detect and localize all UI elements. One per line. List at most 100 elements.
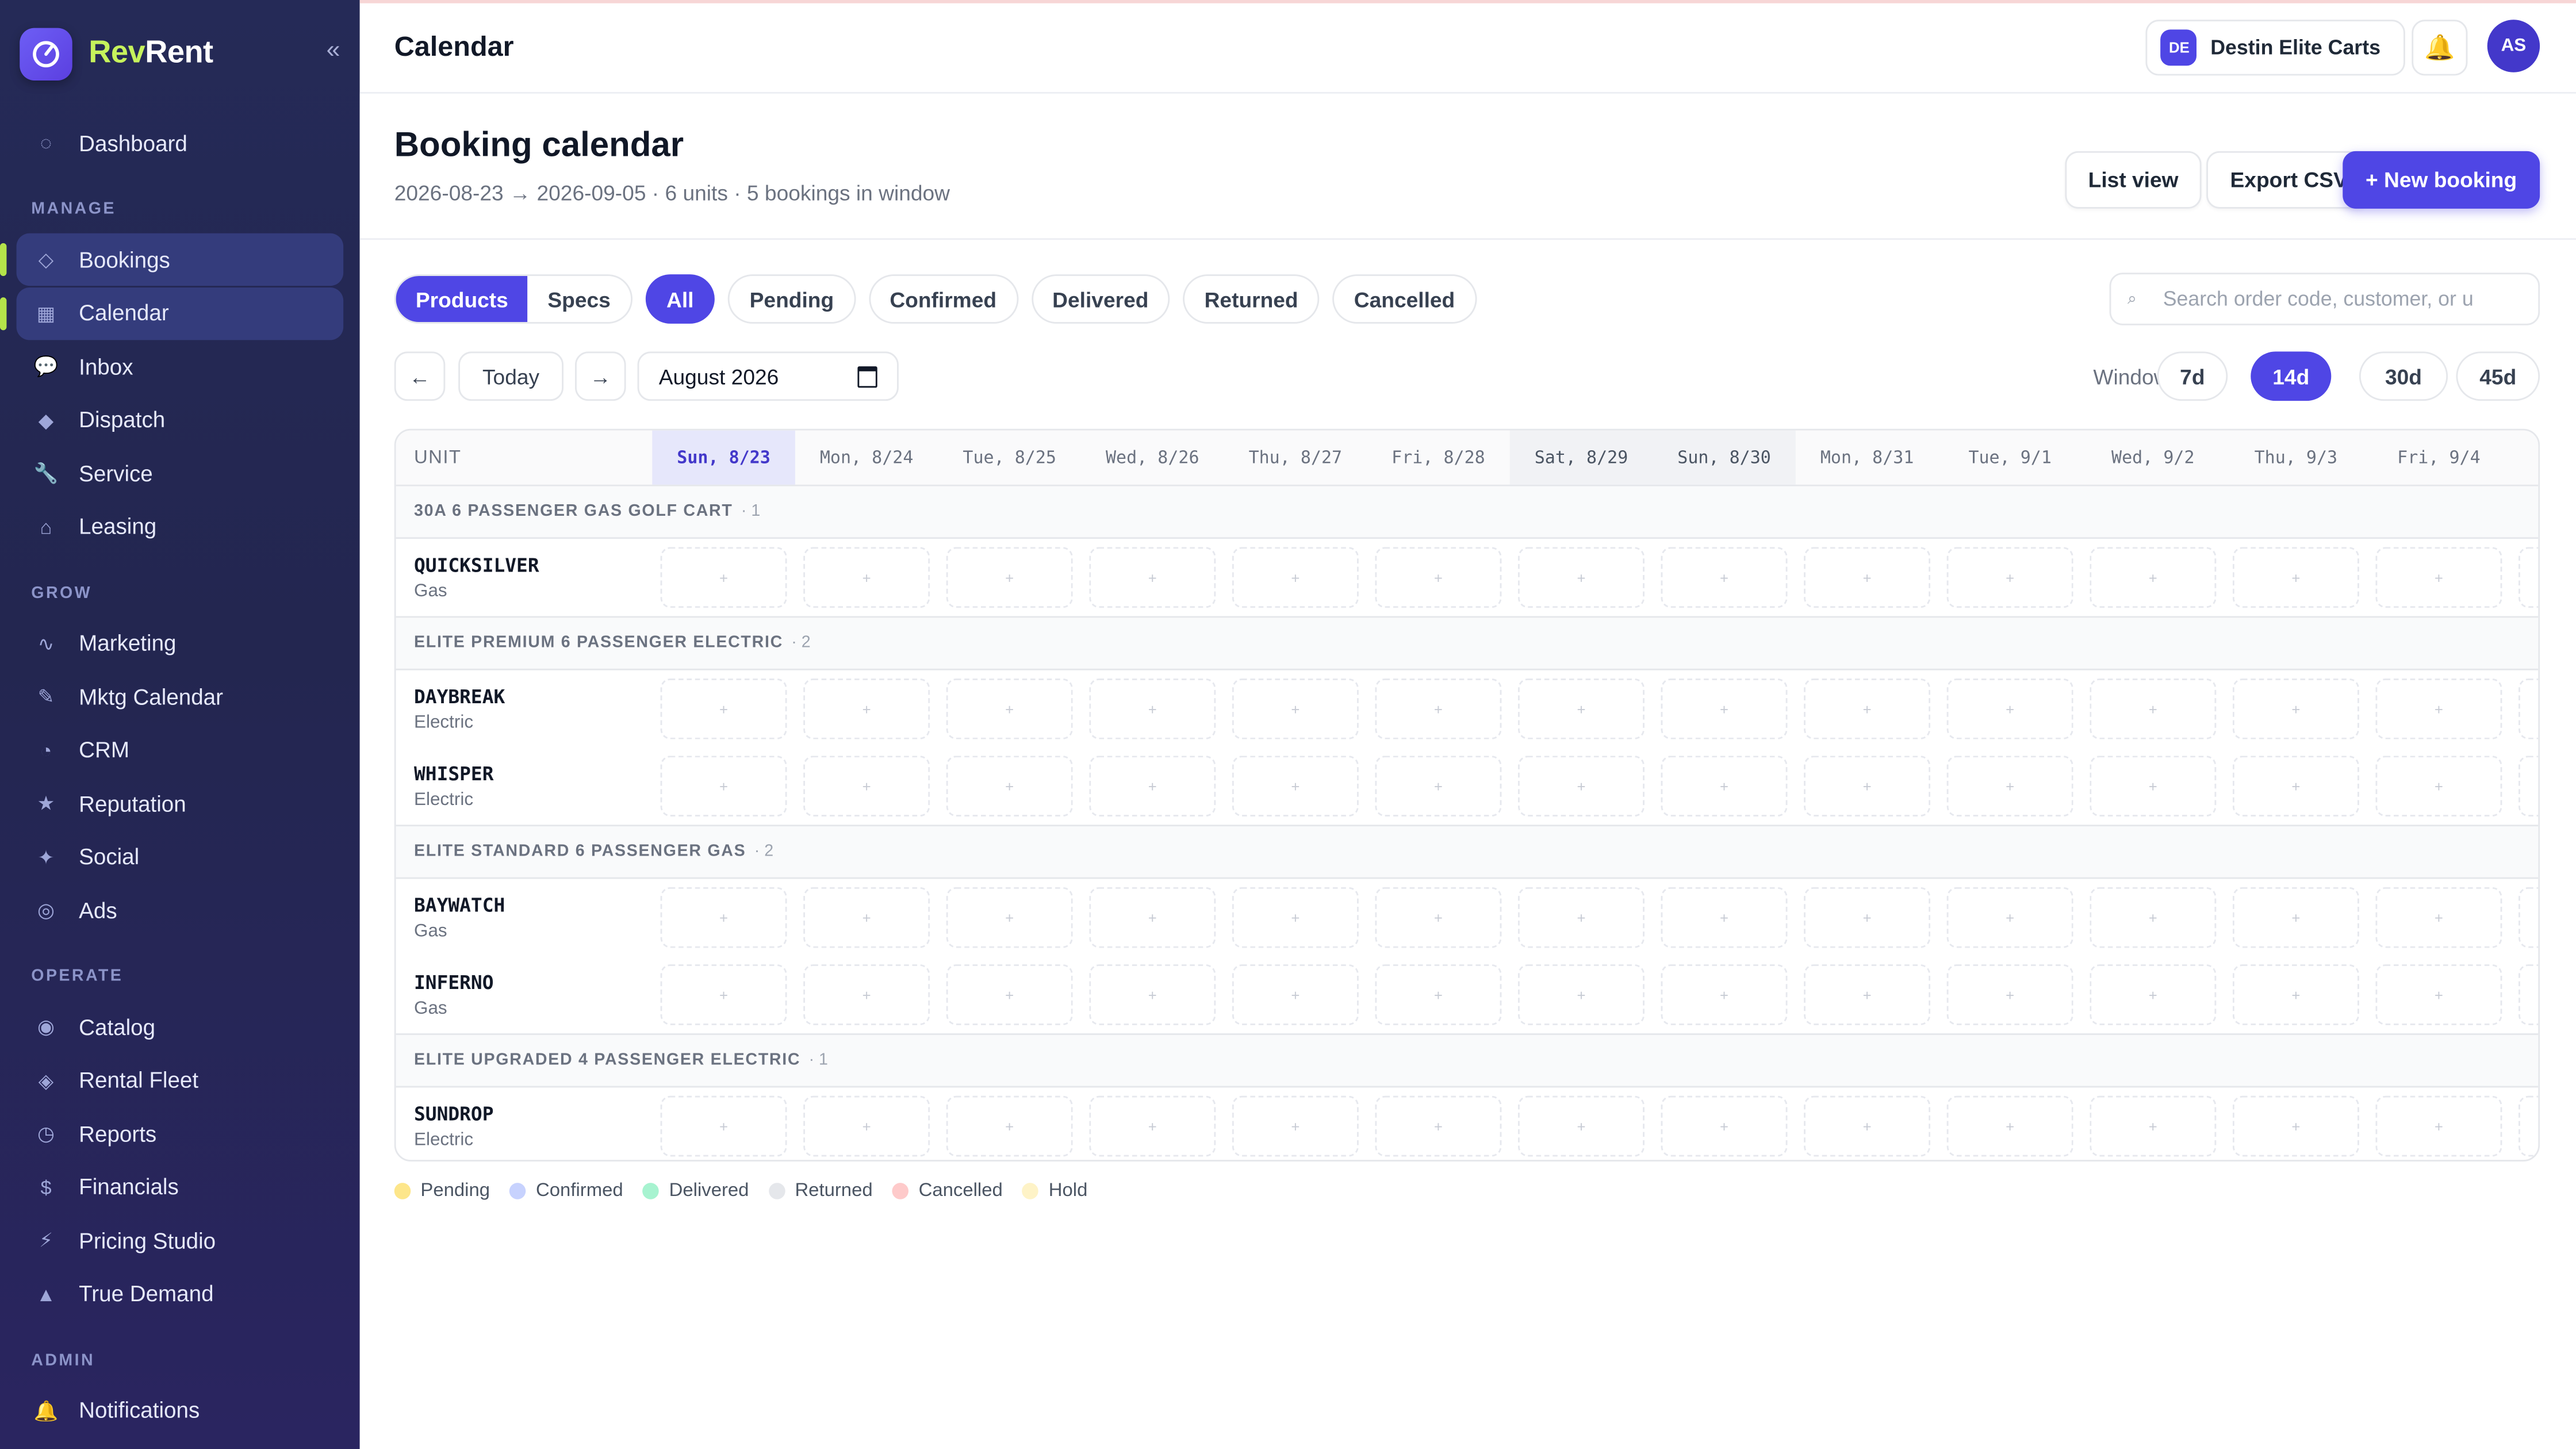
empty-slot-add-button[interactable]: +: [2518, 756, 2539, 816]
empty-slot-add-button[interactable]: +: [1946, 964, 2073, 1025]
window-14d-button[interactable]: 14d: [2251, 351, 2332, 401]
status-filter-all[interactable]: All: [645, 274, 715, 324]
empty-slot-add-button[interactable]: +: [1804, 964, 1931, 1025]
empty-slot-add-button[interactable]: +: [1804, 678, 1931, 739]
workspace-switcher[interactable]: DE Destin Elite Carts: [2146, 20, 2405, 76]
sidebar-item-bookings[interactable]: ◇ Bookings: [0, 233, 344, 286]
search-box[interactable]: ⌕: [2109, 273, 2540, 325]
empty-slot-add-button[interactable]: +: [1661, 756, 1788, 816]
empty-slot-add-button[interactable]: +: [2518, 547, 2539, 608]
empty-slot-add-button[interactable]: +: [1232, 756, 1359, 816]
logo-icon[interactable]: [20, 28, 72, 81]
empty-slot-add-button[interactable]: +: [1946, 756, 2073, 816]
sidebar-item-dashboard[interactable]: ◌ Dashboard: [17, 117, 344, 169]
empty-slot-add-button[interactable]: +: [2232, 887, 2359, 948]
prev-period-button[interactable]: ←: [394, 351, 446, 401]
sidebar-item-crm[interactable]: ◔ CRM: [17, 724, 344, 776]
empty-slot-add-button[interactable]: +: [1661, 1095, 1788, 1157]
empty-slot-add-button[interactable]: +: [1661, 678, 1788, 739]
empty-slot-add-button[interactable]: +: [660, 547, 787, 608]
empty-slot-add-button[interactable]: +: [2232, 756, 2359, 816]
empty-slot-add-button[interactable]: +: [1518, 756, 1644, 816]
empty-slot-add-button[interactable]: +: [803, 1095, 930, 1157]
sidebar-item-true-demand[interactable]: ▲ True Demand: [17, 1267, 344, 1320]
sidebar-item-mktg-calendar[interactable]: ✎ Mktg Calendar: [17, 670, 344, 723]
sidebar-item-notifications[interactable]: 🔔 Notifications: [17, 1384, 344, 1436]
empty-slot-add-button[interactable]: +: [1232, 678, 1359, 739]
empty-slot-add-button[interactable]: +: [1232, 1095, 1359, 1157]
sidebar-item-service[interactable]: 🔧 Service: [17, 447, 344, 499]
month-picker[interactable]: August 2026: [637, 351, 899, 401]
sidebar-item-calendar[interactable]: ▦ Calendar: [0, 286, 344, 339]
notifications-bell-icon[interactable]: 🔔: [2412, 20, 2468, 76]
empty-slot-add-button[interactable]: +: [1661, 964, 1788, 1025]
empty-slot-add-button[interactable]: +: [2518, 1095, 2539, 1157]
empty-slot-add-button[interactable]: +: [1089, 547, 1216, 608]
empty-slot-add-button[interactable]: +: [1518, 678, 1644, 739]
status-filter-pending[interactable]: Pending: [728, 274, 856, 324]
empty-slot-add-button[interactable]: +: [660, 1095, 787, 1157]
next-period-button[interactable]: →: [575, 351, 626, 401]
sidebar-item-reputation[interactable]: ★ Reputation: [17, 777, 344, 829]
sidebar-item-leasing[interactable]: ⌂ Leasing: [17, 500, 344, 553]
empty-slot-add-button[interactable]: +: [1232, 547, 1359, 608]
empty-slot-add-button[interactable]: +: [2090, 887, 2217, 948]
sidebar-item-financials[interactable]: $ Financials: [17, 1161, 344, 1213]
search-input[interactable]: [2160, 286, 2512, 312]
empty-slot-add-button[interactable]: +: [1804, 1095, 1931, 1157]
empty-slot-add-button[interactable]: +: [1232, 964, 1359, 1025]
sidebar-item-dispatch[interactable]: ◆ Dispatch: [17, 393, 344, 446]
empty-slot-add-button[interactable]: +: [2518, 887, 2539, 948]
empty-slot-add-button[interactable]: +: [946, 887, 1073, 948]
empty-slot-add-button[interactable]: +: [1518, 887, 1644, 948]
sidebar-item-catalog[interactable]: ◉ Catalog: [17, 1000, 344, 1053]
empty-slot-add-button[interactable]: +: [1375, 547, 1502, 608]
empty-slot-add-button[interactable]: +: [1661, 547, 1788, 608]
calendar-icon[interactable]: [857, 366, 877, 388]
empty-slot-add-button[interactable]: +: [2232, 678, 2359, 739]
empty-slot-add-button[interactable]: +: [946, 964, 1073, 1025]
empty-slot-add-button[interactable]: +: [803, 964, 930, 1025]
empty-slot-add-button[interactable]: +: [1089, 964, 1216, 1025]
empty-slot-add-button[interactable]: +: [1518, 964, 1644, 1025]
empty-slot-add-button[interactable]: +: [660, 964, 787, 1025]
empty-slot-add-button[interactable]: +: [660, 756, 787, 816]
window-30d-button[interactable]: 30d: [2359, 351, 2448, 401]
empty-slot-add-button[interactable]: +: [1375, 756, 1502, 816]
empty-slot-add-button[interactable]: +: [1375, 887, 1502, 948]
status-filter-cancelled[interactable]: Cancelled: [1332, 274, 1477, 324]
empty-slot-add-button[interactable]: +: [2090, 964, 2217, 1025]
new-booking-button[interactable]: + New booking: [2343, 151, 2540, 209]
sidebar-item-social[interactable]: ✦ Social: [17, 830, 344, 883]
sidebar-item-inbox[interactable]: 💬 Inbox: [17, 340, 344, 392]
list-view-button[interactable]: List view: [2065, 151, 2202, 209]
empty-slot-add-button[interactable]: +: [1946, 547, 2073, 608]
view-specs-toggle[interactable]: Specs: [528, 276, 630, 322]
empty-slot-add-button[interactable]: +: [2232, 964, 2359, 1025]
empty-slot-add-button[interactable]: +: [2375, 756, 2502, 816]
view-products-toggle[interactable]: Products: [396, 276, 528, 322]
empty-slot-add-button[interactable]: +: [1946, 1095, 2073, 1157]
empty-slot-add-button[interactable]: +: [2375, 1095, 2502, 1157]
empty-slot-add-button[interactable]: +: [1518, 1095, 1644, 1157]
sidebar-item-marketing[interactable]: ∿ Marketing: [17, 617, 344, 669]
empty-slot-add-button[interactable]: +: [1375, 1095, 1502, 1157]
collapse-sidebar-icon[interactable]: «: [327, 36, 340, 64]
sidebar-item-reports[interactable]: ◷ Reports: [17, 1107, 344, 1160]
window-45d-button[interactable]: 45d: [2456, 351, 2540, 401]
empty-slot-add-button[interactable]: +: [1946, 678, 2073, 739]
status-filter-confirmed[interactable]: Confirmed: [868, 274, 1018, 324]
empty-slot-add-button[interactable]: +: [1089, 1095, 1216, 1157]
empty-slot-add-button[interactable]: +: [803, 887, 930, 948]
empty-slot-add-button[interactable]: +: [2518, 678, 2539, 739]
empty-slot-add-button[interactable]: +: [660, 887, 787, 948]
empty-slot-add-button[interactable]: +: [660, 678, 787, 739]
empty-slot-add-button[interactable]: +: [946, 756, 1073, 816]
empty-slot-add-button[interactable]: +: [2232, 547, 2359, 608]
empty-slot-add-button[interactable]: +: [803, 678, 930, 739]
empty-slot-add-button[interactable]: +: [1946, 887, 2073, 948]
empty-slot-add-button[interactable]: +: [2090, 1095, 2217, 1157]
empty-slot-add-button[interactable]: +: [803, 547, 930, 608]
sidebar-item-ads[interactable]: ◎ Ads: [17, 884, 344, 936]
empty-slot-add-button[interactable]: +: [1375, 678, 1502, 739]
